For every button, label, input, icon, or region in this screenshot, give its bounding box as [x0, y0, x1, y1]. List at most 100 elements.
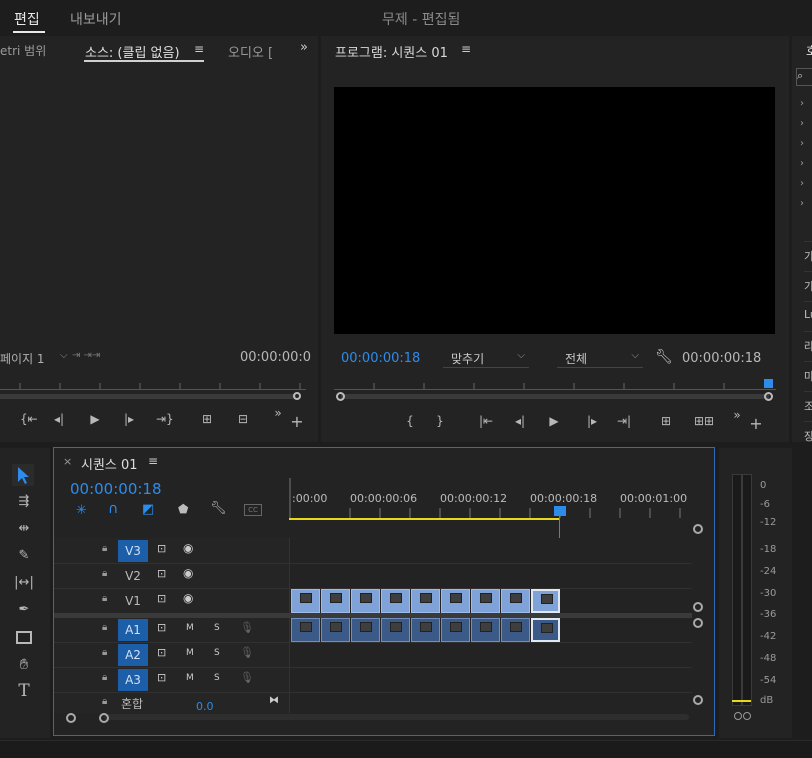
timeline-zoom-right[interactable]	[99, 713, 109, 723]
extract-icon[interactable]: ⊞⊞	[693, 414, 715, 428]
source-ruler[interactable]	[0, 381, 306, 390]
vertical-zoom-mid2[interactable]	[693, 618, 703, 628]
program-playhead[interactable]	[764, 379, 773, 388]
mark-in-icon[interactable]: {	[405, 414, 415, 428]
mix-value[interactable]: 0.0	[196, 700, 214, 713]
track-label-v2[interactable]: V2	[118, 565, 148, 587]
right-panel-item[interactable]: 마	[804, 361, 812, 391]
insert-icon[interactable]: ⊞	[198, 412, 216, 426]
vertical-zoom-top[interactable]	[693, 524, 703, 534]
overwrite-icon[interactable]: ⊟	[234, 412, 252, 426]
sync-lock-icon[interactable]: ⊡	[157, 671, 166, 684]
audio-clip[interactable]	[291, 618, 320, 642]
folder-chevron-icon[interactable]: ›	[800, 154, 804, 174]
tab-source-menu-icon[interactable]: ≡	[194, 42, 204, 56]
meter-solo-right[interactable]	[743, 712, 751, 720]
tab-lumetri-scopes[interactable]: etri 범위	[0, 42, 46, 59]
lock-icon[interactable]: 🔒︎	[102, 672, 107, 683]
eye-icon[interactable]: ◉	[183, 591, 193, 605]
program-title[interactable]: 프로그램: 시퀀스 01	[335, 42, 448, 61]
track-target-a1[interactable]: A1	[118, 619, 148, 641]
effects-panel-header[interactable]: 호	[806, 42, 812, 59]
mute-button[interactable]: M	[186, 648, 194, 658]
timeline-menu-icon[interactable]: ≡	[148, 454, 158, 468]
more-panels-icon[interactable]: »	[300, 40, 308, 55]
lock-icon[interactable]: 🔒︎	[102, 647, 107, 658]
lock-icon[interactable]: 🔒︎	[102, 696, 107, 707]
right-panel-item[interactable]: 장	[804, 421, 812, 451]
sync-lock-icon[interactable]: ⊡	[157, 621, 166, 634]
eye-icon[interactable]: ◉	[183, 541, 193, 555]
tab-audio-mixer[interactable]: 오디오 [	[228, 42, 273, 61]
track-target-a3[interactable]: A3	[118, 669, 148, 691]
more-buttons-icon[interactable]: »	[731, 408, 743, 422]
source-scroll-bar[interactable]	[0, 394, 296, 399]
effects-search-icon[interactable]: ⌕	[796, 68, 812, 86]
rectangle-tool-icon[interactable]	[16, 631, 32, 644]
mark-out-icon[interactable]: }	[435, 414, 445, 428]
slip-tool-icon[interactable]: |↔|	[13, 575, 35, 590]
step-forward-icon[interactable]: |▸	[122, 412, 136, 426]
folder-chevron-icon[interactable]: ›	[800, 174, 804, 194]
sync-lock-icon[interactable]: ⊡	[157, 542, 166, 555]
add-marker-icon[interactable]: ⬟	[178, 502, 188, 516]
right-panel-item[interactable]: 조	[804, 391, 812, 421]
solo-button[interactable]: S	[214, 673, 220, 683]
play-icon[interactable]: ▶	[88, 412, 102, 426]
sync-lock-icon[interactable]: ⊡	[157, 567, 166, 580]
video-clip[interactable]	[441, 589, 470, 613]
lock-icon[interactable]: 🔒︎	[102, 622, 107, 633]
hand-tool-icon[interactable]: ✋︎	[13, 655, 35, 673]
right-panel-item[interactable]: 가	[804, 271, 812, 301]
audio-clip[interactable]	[411, 618, 440, 642]
video-clip[interactable]	[531, 589, 560, 613]
video-clip[interactable]	[321, 589, 350, 613]
sync-lock-icon[interactable]: ⊡	[157, 592, 166, 605]
close-tab-icon[interactable]: ×	[63, 455, 72, 468]
right-panel-item[interactable]: 라	[804, 331, 812, 361]
source-scroll-handle[interactable]	[293, 392, 301, 400]
quality-select[interactable]: 전체 ⌵	[557, 349, 643, 368]
audio-clip[interactable]	[381, 618, 410, 642]
mute-button[interactable]: M	[186, 623, 194, 633]
lock-icon[interactable]: 🔒︎	[102, 543, 107, 554]
meter-solo-left[interactable]	[734, 712, 742, 720]
tab-source[interactable]: 소스: (클립 없음)	[85, 42, 180, 61]
vertical-zoom-bottom[interactable]	[693, 695, 703, 705]
track-select-tool-icon[interactable]: ⇶	[13, 494, 35, 509]
video-clip[interactable]	[411, 589, 440, 613]
folder-chevron-icon[interactable]: ›	[800, 94, 804, 114]
lift-icon[interactable]: ⊞	[657, 414, 675, 428]
lock-icon[interactable]: 🔒︎	[102, 568, 107, 579]
solo-button[interactable]: S	[214, 623, 220, 633]
folder-chevron-icon[interactable]: ›	[800, 114, 804, 134]
timeline-timecode[interactable]: 00:00:00:18	[70, 480, 162, 498]
video-clip[interactable]	[501, 589, 530, 613]
razor-tool-icon[interactable]: ✎	[13, 548, 35, 563]
solo-button[interactable]: S	[214, 648, 220, 658]
tab-edit[interactable]: 편집	[14, 9, 40, 29]
program-ruler[interactable]	[334, 381, 776, 390]
timeline-settings-icon[interactable]: 🔧︎	[210, 501, 227, 516]
play-icon[interactable]: ▶	[547, 414, 561, 428]
video-clip[interactable]	[471, 589, 500, 613]
program-scroll-bar[interactable]	[341, 394, 769, 399]
more-buttons-icon[interactable]: »	[272, 406, 284, 420]
ripple-edit-tool-icon[interactable]: ⇹	[13, 521, 35, 536]
settings-wrench-icon[interactable]: 🔧︎	[655, 349, 673, 365]
program-scroll-end[interactable]	[764, 392, 773, 401]
mark-in-icon[interactable]: {⇤	[20, 412, 38, 426]
tab-export[interactable]: 내보내기	[70, 9, 122, 29]
right-panel-item[interactable]: 가	[804, 241, 812, 271]
audio-clip[interactable]	[441, 618, 470, 642]
snap-icon[interactable]: ∩	[108, 501, 118, 517]
add-button-icon[interactable]: +	[749, 414, 763, 433]
folder-chevron-icon[interactable]: ›	[800, 134, 804, 154]
type-tool-icon[interactable]: T	[13, 681, 35, 701]
folder-chevron-icon[interactable]: ›	[800, 194, 804, 214]
audio-clip[interactable]	[471, 618, 500, 642]
captions-icon[interactable]: CC	[244, 504, 262, 516]
timeline-hscroll[interactable]	[104, 714, 689, 720]
mute-button[interactable]: M	[186, 673, 194, 683]
right-panel-item[interactable]: Lu	[804, 301, 812, 331]
